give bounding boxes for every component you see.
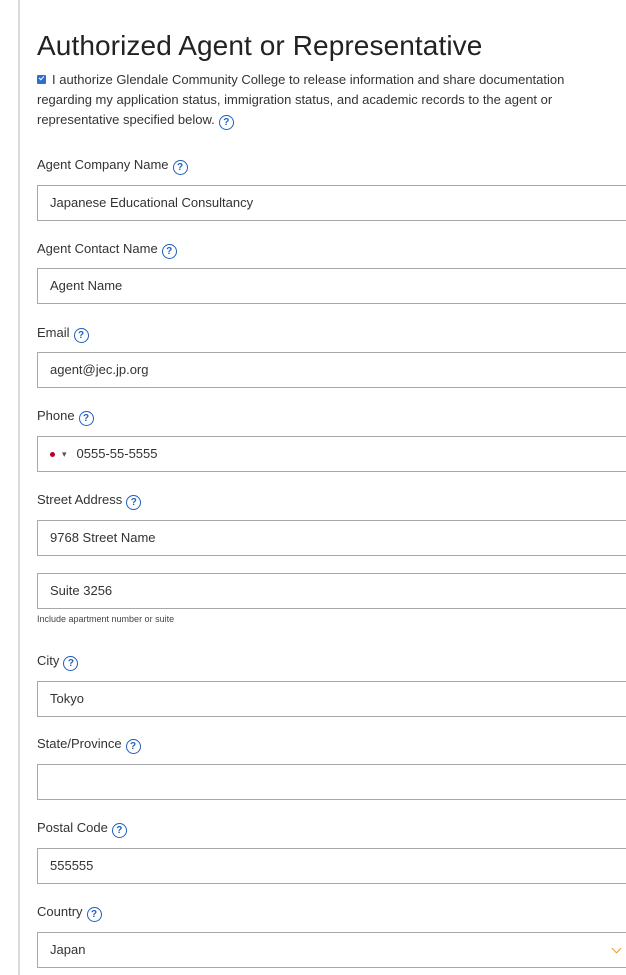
section-title: Authorized Agent or Representative [37, 30, 483, 61]
postal-code-label: Postal Code? [37, 820, 127, 838]
phone-label: Phone? [37, 408, 94, 426]
left-divider [18, 0, 20, 975]
city-input[interactable]: Tokyo [37, 681, 626, 717]
email-label: Email? [37, 325, 89, 343]
question-circle-icon[interactable]: ? [125, 739, 141, 754]
phone-value: 0555-55-5555 [76, 446, 158, 461]
question-circle-icon[interactable]: ? [86, 907, 102, 922]
street-address-hint: Include apartment number or suite [37, 614, 175, 624]
consent-text: I authorize Glendale Community College t… [37, 72, 565, 127]
question-circle-icon[interactable]: ? [78, 411, 94, 426]
country-select[interactable]: Japan [37, 932, 626, 968]
chevron-down-icon[interactable]: ▾ [62, 437, 67, 471]
chevron-down-icon[interactable] [611, 943, 622, 954]
agent-company-label: Agent Company Name? [37, 157, 188, 175]
question-circle-icon[interactable]: ? [73, 328, 89, 343]
phone-field[interactable]: ▾ 0555-55-5555 [37, 436, 626, 472]
consent-checkbox[interactable] [37, 75, 46, 84]
city-label: City? [37, 653, 79, 671]
question-circle-icon[interactable]: ? [63, 656, 79, 671]
state-province-label: State/Province? [37, 736, 141, 754]
street-address-label: Street Address? [37, 492, 142, 510]
question-circle-icon[interactable]: ? [111, 823, 127, 838]
question-circle-icon[interactable]: ? [161, 244, 177, 259]
state-province-input[interactable] [37, 764, 626, 800]
country-value: Japan [50, 942, 86, 957]
question-circle-icon[interactable]: ? [126, 495, 142, 510]
consent-block: I authorize Glendale Community College t… [37, 70, 597, 130]
street-address-line1-input[interactable]: 9768 Street Name [37, 520, 626, 556]
japan-flag-icon[interactable] [50, 452, 55, 457]
question-circle-icon[interactable]: ? [218, 115, 234, 130]
question-circle-icon[interactable]: ? [172, 160, 188, 175]
agent-contact-label: Agent Contact Name? [37, 241, 177, 259]
agent-contact-input[interactable]: Agent Name [37, 268, 626, 304]
email-field[interactable]: agent@jec.jp.org [37, 352, 626, 388]
country-label: Country? [37, 904, 102, 922]
street-address-line2-input[interactable]: Suite 3256 [37, 573, 626, 609]
postal-code-input[interactable]: 555555 [37, 848, 626, 884]
agent-company-input[interactable]: Japanese Educational Consultancy [37, 185, 626, 221]
